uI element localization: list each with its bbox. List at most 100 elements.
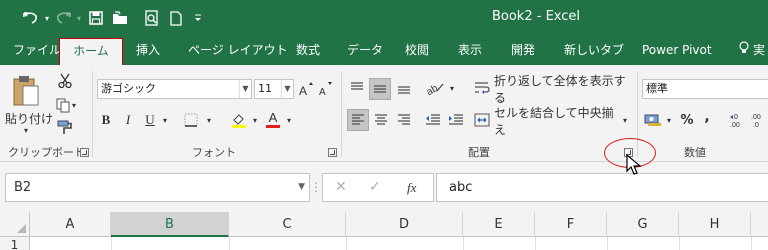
tab-page-layout[interactable]: ページ レイアウト (188, 36, 288, 65)
gridline (751, 237, 752, 250)
align-left-icon[interactable] (347, 109, 369, 131)
italic-button[interactable]: I (120, 110, 136, 130)
align-middle-icon[interactable] (369, 78, 391, 100)
increase-decimal-icon[interactable]: .0.00 (728, 110, 748, 130)
format-painter-icon[interactable] (55, 117, 75, 137)
decrease-font-size-icon[interactable]: A (318, 79, 334, 99)
font-launcher-icon[interactable] (328, 148, 337, 157)
column-header[interactable]: H (679, 212, 751, 237)
ribbon-tabs: ファイル ホーム 挿入 ページ レイアウト 数式 データ 校閲 表示 開発 新し… (0, 36, 768, 65)
paste-dropdown-icon[interactable]: ▾ (16, 125, 36, 135)
font-size-combo[interactable]: 11 ▼ (254, 79, 294, 99)
cancel-icon[interactable]: ✕ (335, 179, 347, 195)
decrease-indent-icon[interactable] (423, 110, 443, 130)
gridline (607, 237, 608, 250)
copy-icon[interactable]: ▾ (52, 95, 80, 115)
borders-icon[interactable] (180, 110, 202, 130)
increase-font-size-icon[interactable]: A (298, 79, 314, 99)
gridline (463, 237, 464, 250)
clipboard-launcher-icon[interactable] (80, 148, 89, 157)
formula-buttons: ✕ ✓ fx (322, 173, 434, 202)
enter-icon[interactable]: ✓ (369, 179, 381, 195)
svg-text:A: A (319, 87, 326, 96)
tab-data[interactable]: データ (347, 36, 383, 65)
font-group-label: フォント (192, 146, 236, 159)
svg-text:.00: .00 (751, 114, 761, 121)
tab-new-tab[interactable]: 新しいタブ (564, 36, 624, 65)
merge-dropdown-icon[interactable]: ▾ (620, 110, 630, 130)
tab-formulas[interactable]: 数式 (296, 36, 320, 65)
column-header[interactable]: D (346, 212, 463, 237)
alignment-group-label: 配置 (468, 146, 490, 159)
underline-button[interactable]: U (142, 110, 158, 130)
merge-center-button[interactable]: セルを結合して中央揃え (474, 106, 619, 137)
column-header-selected[interactable]: B (111, 212, 229, 237)
fill-color-dropdown-icon[interactable]: ▾ (250, 110, 260, 130)
gridline (535, 237, 536, 250)
align-right-icon[interactable] (394, 110, 414, 130)
underline-dropdown-icon[interactable]: ▾ (160, 110, 170, 130)
formula-bar: B2 ▼ ⋮ ✕ ✓ fx abc (0, 162, 768, 212)
column-header[interactable] (751, 212, 768, 237)
tab-file[interactable]: ファイル (13, 36, 61, 65)
name-box[interactable]: B2 ▼ (5, 173, 310, 202)
svg-text:A: A (299, 84, 307, 96)
orientation-dropdown-icon[interactable]: ▾ (447, 78, 457, 98)
increase-indent-icon[interactable] (446, 110, 466, 130)
formula-bar-grip-icon[interactable]: ⋮ (310, 176, 322, 198)
align-center-icon[interactable] (371, 110, 391, 130)
column-header[interactable]: E (463, 212, 535, 237)
align-bottom-icon[interactable] (394, 78, 414, 98)
fill-color-icon[interactable] (228, 110, 250, 130)
clipboard-group-label: クリップボード (8, 146, 85, 159)
number-group-label: 数値 (684, 146, 706, 159)
tab-insert[interactable]: 挿入 (136, 36, 160, 65)
merge-center-icon (474, 113, 490, 130)
select-all-button[interactable] (0, 212, 30, 237)
accounting-dropdown-icon[interactable]: ▾ (664, 110, 674, 130)
accounting-format-icon[interactable] (642, 110, 664, 130)
formula-input[interactable]: abc (436, 173, 768, 202)
gridline (229, 237, 230, 250)
font-color-button[interactable]: A (264, 108, 282, 130)
tab-home[interactable]: ホーム (59, 38, 123, 65)
font-color-swatch (266, 124, 280, 128)
svg-text:.0: .0 (753, 122, 759, 128)
tab-view[interactable]: 表示 (458, 36, 482, 65)
chevron-down-icon[interactable]: ▼ (281, 80, 293, 98)
gridline (346, 237, 347, 250)
percent-style-button[interactable]: % (679, 110, 695, 130)
mouse-cursor-icon (626, 153, 642, 176)
font-name-combo[interactable]: 游ゴシック ▼ (97, 79, 252, 99)
paste-icon[interactable] (6, 71, 46, 111)
font-name-value: 游ゴシック (101, 82, 156, 95)
column-header[interactable]: F (535, 212, 607, 237)
tab-tell-me[interactable]: 実 (739, 36, 765, 65)
chevron-down-icon[interactable]: ▼ (298, 174, 305, 201)
column-header[interactable]: C (229, 212, 346, 237)
row-header[interactable]: 1 (0, 237, 30, 250)
comma-style-button[interactable]: , (700, 107, 714, 127)
worksheet-grid: A B C D E F G H 1 (0, 212, 768, 250)
wrap-text-button[interactable]: 折り返して全体を表示する (474, 74, 634, 105)
bold-button[interactable]: B (98, 110, 114, 130)
tab-power-pivot[interactable]: Power Pivot (642, 36, 712, 65)
align-top-icon[interactable] (347, 78, 367, 98)
font-color-dropdown-icon[interactable]: ▾ (284, 110, 294, 130)
borders-dropdown-icon[interactable]: ▾ (204, 110, 214, 130)
column-header[interactable]: G (607, 212, 679, 237)
tab-review[interactable]: 校閲 (405, 36, 429, 65)
paste-button[interactable]: 貼り付け (4, 110, 54, 126)
number-format-value: 標準 (646, 82, 668, 95)
cut-icon[interactable] (55, 71, 75, 91)
gridline (111, 237, 112, 250)
number-format-combo[interactable]: 標準 (642, 79, 768, 99)
lightbulb-icon (739, 36, 749, 65)
insert-function-icon[interactable]: fx (407, 180, 416, 196)
decrease-decimal-icon[interactable]: .00.0 (750, 110, 768, 130)
group-divider (92, 71, 93, 157)
column-header[interactable]: A (30, 212, 111, 237)
tab-developer[interactable]: 開発 (511, 36, 535, 65)
chevron-down-icon[interactable]: ▼ (239, 80, 251, 98)
orientation-icon[interactable]: ab (423, 78, 447, 98)
